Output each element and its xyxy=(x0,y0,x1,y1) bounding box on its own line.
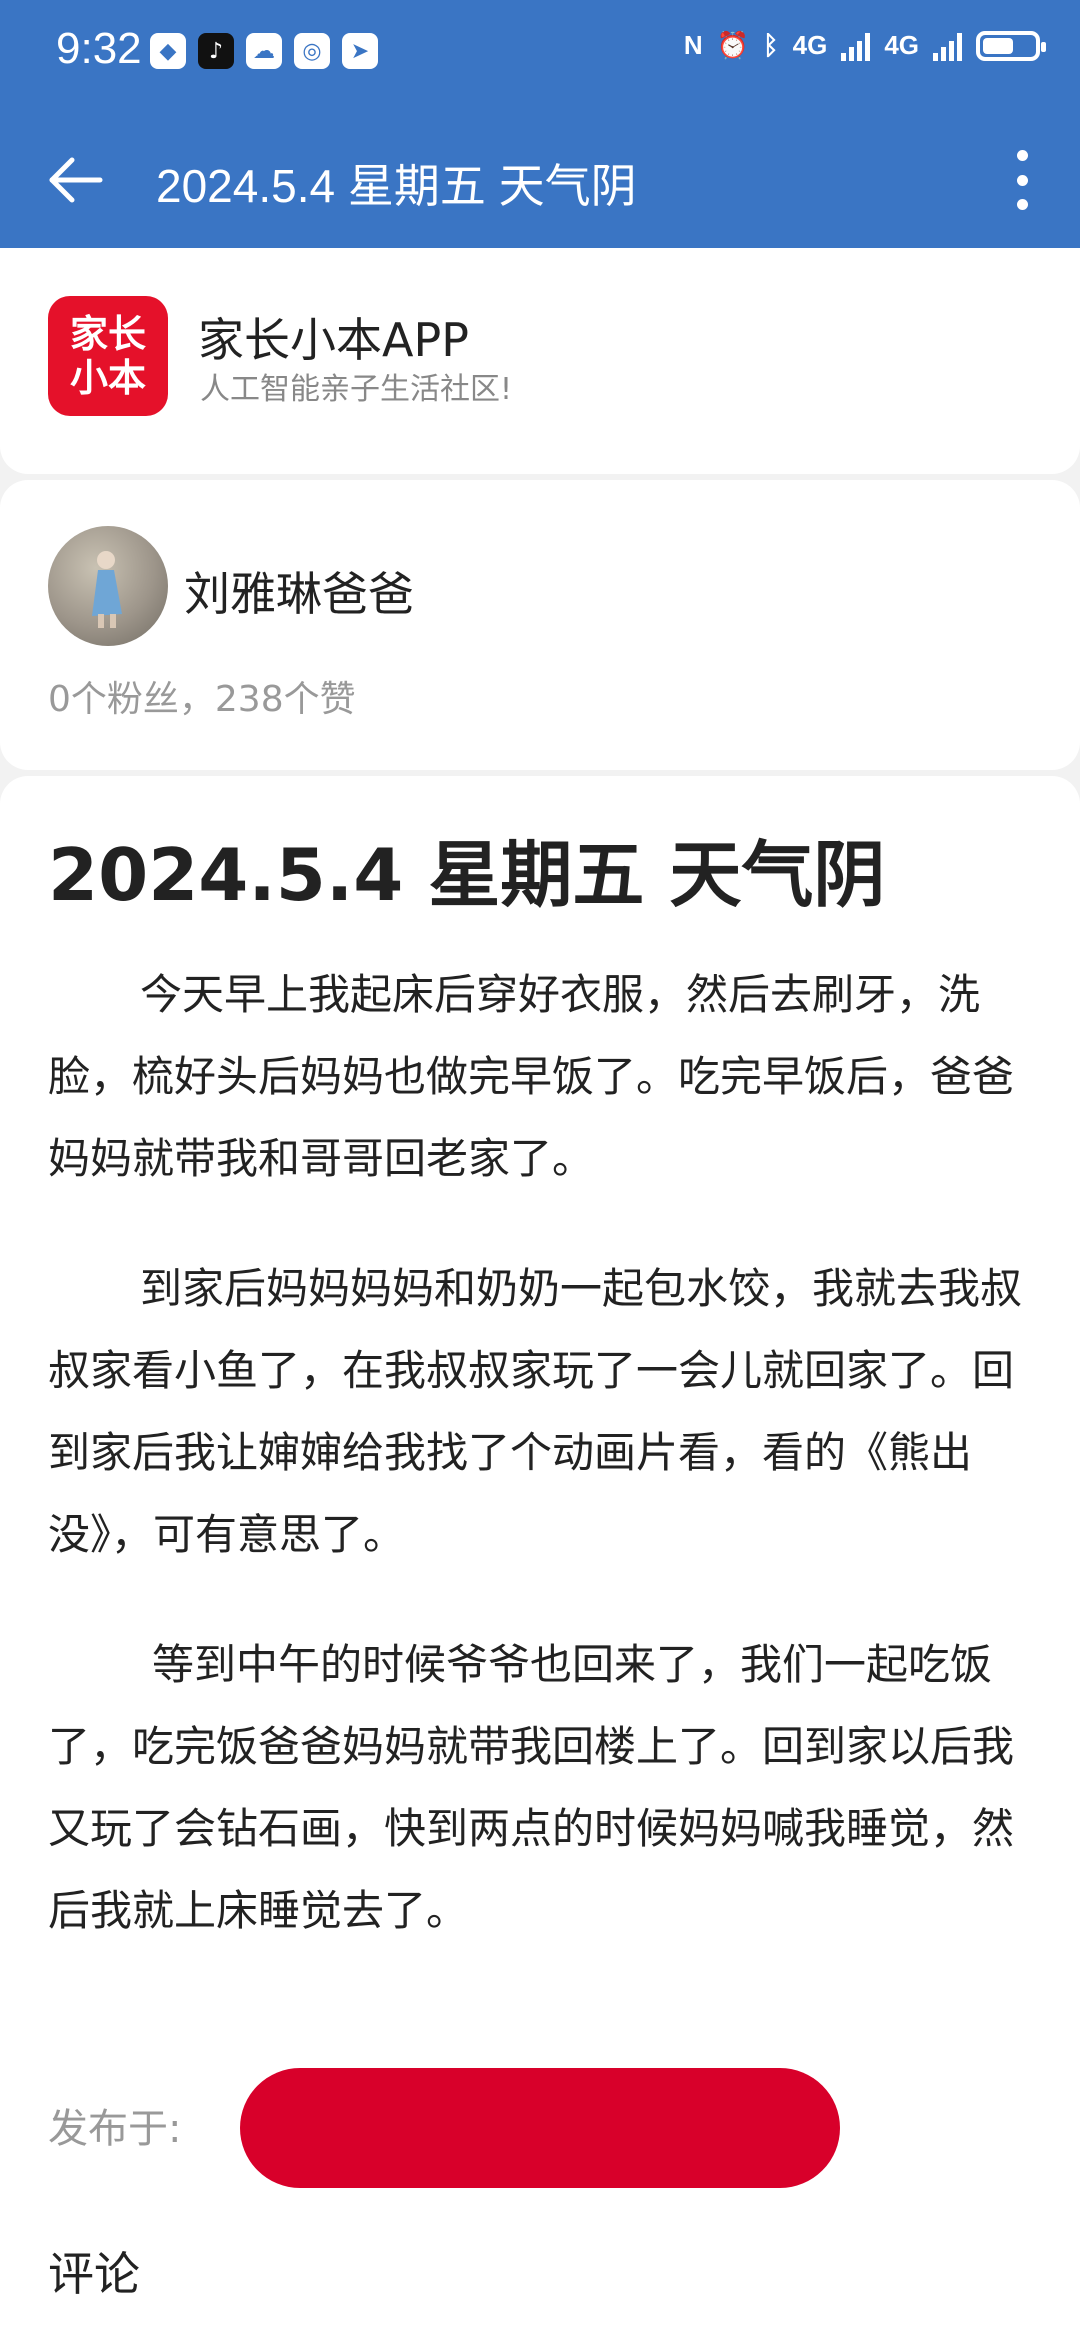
article-title: 2024.5.4 星期五 天气阴 xyxy=(48,833,886,917)
more-options-button[interactable] xyxy=(998,142,1046,218)
nfc-icon: N xyxy=(683,30,703,60)
status-time: 9:32 xyxy=(56,24,142,73)
signal-1-icon xyxy=(841,31,871,61)
published-label: 发布于: xyxy=(48,2106,182,2152)
app-bar: 2024.5.4 星期五 天气阴 xyxy=(0,120,1080,240)
shield-app-icon: ◆ xyxy=(150,33,186,69)
more-dot-icon xyxy=(1016,150,1028,161)
app-logo: 家长 小本 xyxy=(48,296,168,416)
app-slogan: 人工智能亲子生活社区! xyxy=(200,372,513,407)
compass-app-icon: ◎ xyxy=(294,33,330,69)
article-paragraph: 等到中午的时候爷爷也回来了，我们一起吃饭了，吃完饭爸爸妈妈就带我回楼上了。回到家… xyxy=(48,1640,1015,1935)
avatar-photo-icon xyxy=(92,551,122,628)
more-dot-icon xyxy=(1016,199,1028,210)
app-name: 家长小本APP xyxy=(198,313,469,367)
author-avatar[interactable] xyxy=(48,526,168,646)
cloud-app-icon: ☁ xyxy=(246,33,282,69)
back-arrow-icon xyxy=(49,157,103,203)
logo-line-2: 小本 xyxy=(69,356,146,400)
notification-icons: ◆ ♪ ☁ ◎ ➤ xyxy=(150,33,378,69)
network-type-1: 4G xyxy=(792,30,828,60)
redaction-overlay xyxy=(240,2068,840,2188)
article-card: 2024.5.4 星期五 天气阴 今天早上我起床后穿好衣服，然后去刷牙，洗脸，梳… xyxy=(0,776,1080,2340)
author-card: 刘雅琳爸爸 0个粉丝，238个赞 xyxy=(0,480,1080,770)
author-stats: 0个粉丝，238个赞 xyxy=(48,679,356,720)
signal-2-icon xyxy=(933,31,962,61)
alarm-icon: ⏰ xyxy=(716,30,750,60)
article-paragraph: 到家后妈妈妈妈和奶奶一起包水饺，我就去我叔叔家看小鱼了，在我叔叔家玩了一会儿就回… xyxy=(48,1264,1023,1559)
more-dot-icon xyxy=(1016,174,1028,186)
tiktok-icon: ♪ xyxy=(198,33,234,69)
network-type-2: 4G xyxy=(884,30,919,60)
back-button[interactable] xyxy=(40,144,112,216)
battery-icon xyxy=(976,30,1046,61)
battery-level xyxy=(983,37,1013,54)
status-bar: 9:32 ◆ ♪ ☁ ◎ ➤ N ⏰ ᛒ 4G 4G xyxy=(0,0,1080,100)
top-bar: 9:32 ◆ ♪ ☁ ◎ ➤ N ⏰ ᛒ 4G 4G 2024.5.4 星期五 … xyxy=(0,0,1080,248)
app-bar-title: 2024.5.4 星期五 天气阴 xyxy=(156,160,637,212)
comments-heading: 评论 xyxy=(48,2247,140,2301)
app-banner[interactable]: 家长 小本 家长小本APP 人工智能亲子生活社区! xyxy=(0,248,1080,474)
logo-line-1: 家长 xyxy=(69,312,146,356)
article-paragraph: 今天早上我起床后穿好衣服，然后去刷牙，洗脸，梳好头后妈妈也做完早饭了。吃完早饭后… xyxy=(48,970,1015,1183)
bluetooth-icon: ᛒ xyxy=(763,30,779,60)
author-name[interactable]: 刘雅琳爸爸 xyxy=(184,558,414,624)
system-status: N ⏰ ᛒ 4G 4G xyxy=(683,30,1046,61)
send-app-icon: ➤ xyxy=(342,33,378,69)
